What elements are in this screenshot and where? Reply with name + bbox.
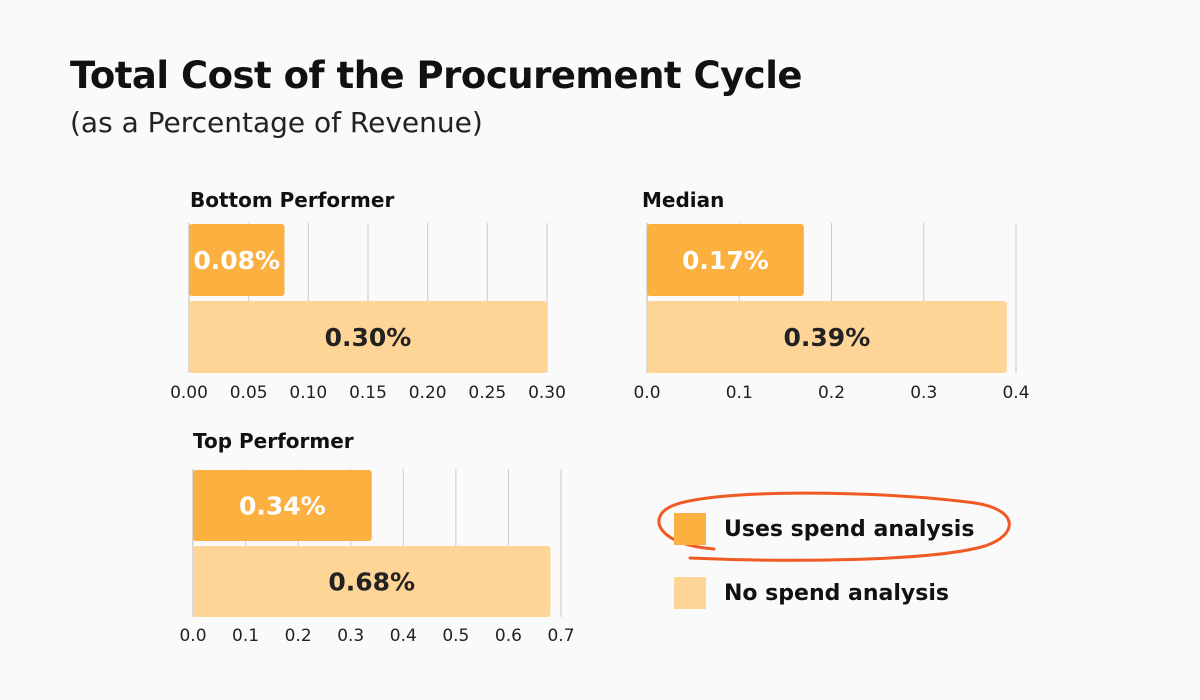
legend-item-no: No spend analysis bbox=[674, 577, 949, 609]
legend-label-uses: Uses spend analysis bbox=[724, 516, 975, 542]
tick-label-bottom-performer: 0.05 bbox=[230, 383, 268, 403]
legend-item-uses: Uses spend analysis bbox=[674, 513, 974, 545]
legend-swatch-uses bbox=[674, 513, 706, 545]
tick-label-bottom-performer: 0.00 bbox=[170, 383, 208, 403]
data-label-top-performer: 0.34% bbox=[239, 492, 326, 521]
tick-label-top-performer: 0.2 bbox=[285, 626, 312, 646]
tick-label-top-performer: 0.7 bbox=[547, 626, 574, 646]
tick-label-median: 0.1 bbox=[726, 383, 753, 403]
tick-label-median: 0.0 bbox=[633, 383, 660, 403]
tick-label-bottom-performer: 0.25 bbox=[468, 383, 506, 403]
data-label-top-performer: 0.68% bbox=[328, 568, 415, 597]
charts-canvas: 0.00 0.05 0.10 0.15 0.20 0.25 0.30 0.08% 0.30% 0.… bbox=[170, 223, 1030, 646]
legend-swatch-no bbox=[674, 577, 706, 609]
tick-label-top-performer: 0.3 bbox=[337, 626, 364, 646]
data-label-median: 0.17% bbox=[682, 246, 769, 275]
data-label-bottom-performer: 0.08% bbox=[193, 246, 280, 275]
tick-label-top-performer: 0.1 bbox=[232, 626, 259, 646]
tick-label-bottom-performer: 0.15 bbox=[349, 383, 387, 403]
tick-label-top-performer: 0.0 bbox=[179, 626, 206, 646]
tick-label-median: 0.4 bbox=[1002, 383, 1029, 403]
tick-label-bottom-performer: 0.10 bbox=[289, 383, 327, 403]
tick-label-top-performer: 0.6 bbox=[495, 626, 522, 646]
tick-label-bottom-performer: 0.30 bbox=[528, 383, 566, 403]
data-label-bottom-performer: 0.30% bbox=[325, 323, 412, 352]
tick-label-top-performer: 0.5 bbox=[442, 626, 469, 646]
legend-label-no: No spend analysis bbox=[724, 580, 949, 606]
tick-label-top-performer: 0.4 bbox=[390, 626, 417, 646]
tick-label-median: 0.3 bbox=[910, 383, 937, 403]
data-label-median: 0.39% bbox=[784, 323, 871, 352]
tick-label-bottom-performer: 0.20 bbox=[409, 383, 447, 403]
tick-label-median: 0.2 bbox=[818, 383, 845, 403]
